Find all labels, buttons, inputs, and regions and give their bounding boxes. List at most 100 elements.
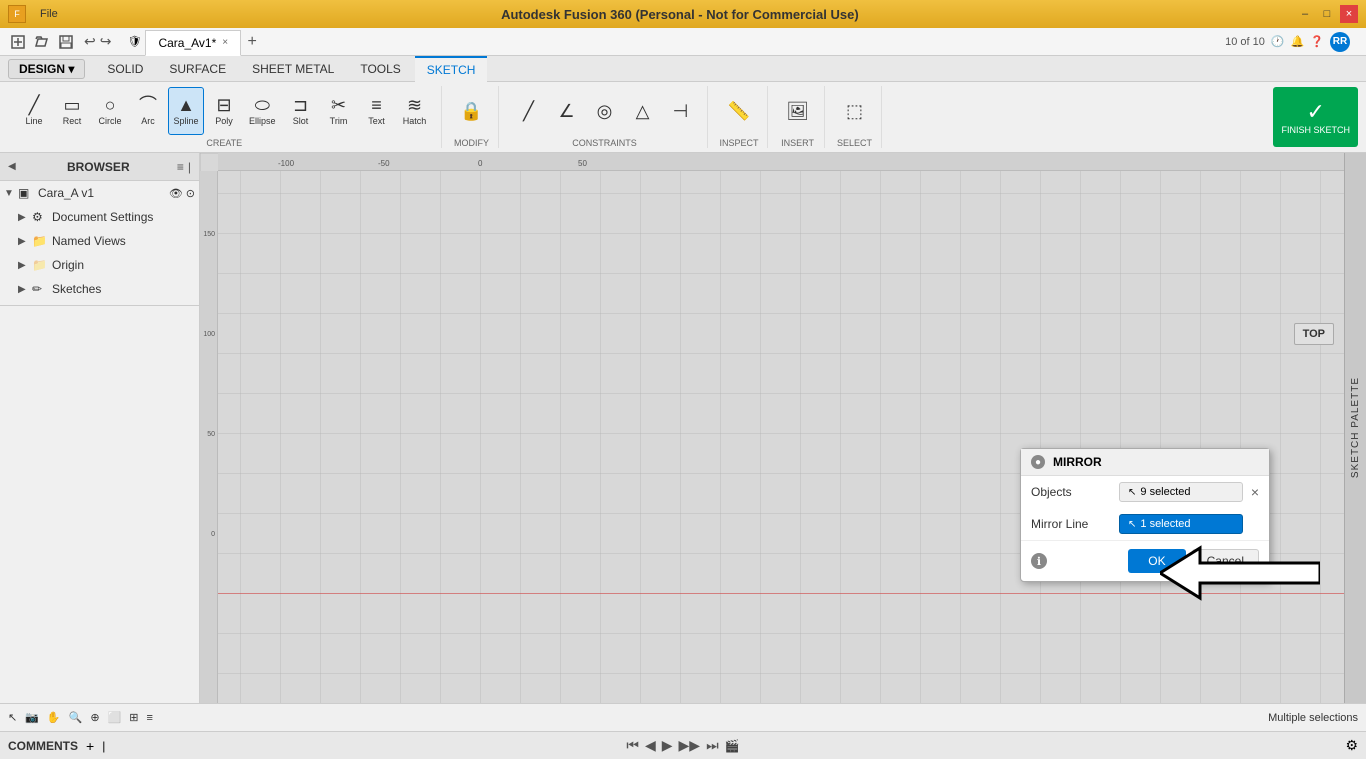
comments-add-btn[interactable]: +: [86, 738, 94, 754]
browser-divider: [0, 305, 199, 306]
camera-icon[interactable]: 📷: [25, 711, 39, 724]
help-icon[interactable]: ❓: [1310, 35, 1324, 48]
constraint-triangle-btn[interactable]: △: [625, 87, 661, 135]
cursor-tool-icon[interactable]: ↖: [8, 711, 17, 724]
cancel-button[interactable]: Cancel: [1192, 549, 1259, 573]
dialog-action-btns: OK Cancel: [1128, 549, 1259, 573]
tree-eye-icon[interactable]: 👁: [169, 187, 183, 200]
file-menu[interactable]: File: [34, 7, 64, 21]
tab-sheet-metal[interactable]: SHEET METAL: [240, 56, 346, 82]
toolbar-icon-save[interactable]: [56, 32, 76, 52]
modify-items: 🔒: [454, 86, 490, 136]
create-slot-btn[interactable]: ⊐ Slot: [283, 87, 319, 135]
close-btn[interactable]: ×: [1340, 5, 1358, 23]
tree-arrow-doc: ▶: [18, 212, 32, 223]
create-line-btn[interactable]: ╱ Line: [16, 87, 52, 135]
mirror-line-clear-btn[interactable]: ×: [1251, 516, 1259, 532]
settings-icon[interactable]: ≡: [146, 712, 152, 724]
tab-tools[interactable]: TOOLS: [348, 56, 412, 82]
grid-icon[interactable]: ⊞: [129, 711, 138, 724]
create-hatch-btn[interactable]: ≋ Hatch: [397, 87, 433, 135]
create-ellipse-btn[interactable]: ⬭ Ellipse: [244, 87, 281, 135]
modify-lock-btn[interactable]: 🔒: [454, 87, 490, 135]
user-avatar[interactable]: RR: [1330, 32, 1350, 52]
objects-clear-btn[interactable]: ×: [1251, 484, 1259, 500]
constraint-split-btn[interactable]: ⊣: [663, 87, 699, 135]
tab-solid[interactable]: SOLID: [95, 56, 155, 82]
tree-arrow-origin: ▶: [18, 260, 32, 271]
ok-button[interactable]: OK: [1128, 549, 1185, 573]
zoom-fit-icon[interactable]: 🔍: [69, 711, 83, 724]
sketch-palette-label: SKETCH PALETTE: [1350, 377, 1361, 478]
toolbar-tab-row: DESIGN ▾ SOLID SURFACE SHEET METAL TOOLS…: [0, 56, 1366, 82]
create-text-btn[interactable]: ≡ Text: [359, 87, 395, 135]
skip-start-btn[interactable]: ⏮: [626, 737, 639, 754]
tree-item-docsettings[interactable]: ▶ ⚙ Document Settings: [0, 205, 199, 229]
create-arc-btn[interactable]: ⌒ Arc: [130, 87, 166, 135]
objects-label: Objects: [1031, 485, 1111, 499]
constraint-circle2-btn[interactable]: ◎: [587, 87, 623, 135]
toolbar-icon-undo[interactable]: ↩: [84, 33, 96, 50]
tree-more-icon[interactable]: ⊙: [186, 187, 195, 200]
create-rect-btn[interactable]: ▭ Rect: [54, 87, 90, 135]
tree-arrow-sketches: ▶: [18, 284, 32, 295]
rect-icon: ▭: [63, 96, 80, 114]
finish-sketch-group: ✓ FINISH SKETCH: [1273, 86, 1358, 148]
hatch-icon: ≋: [407, 96, 422, 114]
slot-icon: ⊐: [293, 96, 308, 114]
tab-add-btn[interactable]: +: [241, 31, 263, 53]
objects-selector[interactable]: ↖ 9 selected: [1119, 482, 1243, 502]
constraint-arrow-btn[interactable]: ∠: [549, 87, 585, 135]
prev-btn[interactable]: ◀: [645, 737, 656, 754]
display-mode-icon[interactable]: ⬜: [108, 711, 122, 724]
next-btn[interactable]: ▶▶: [679, 737, 701, 754]
tab-close-btn[interactable]: ×: [222, 37, 228, 48]
maximize-btn[interactable]: □: [1318, 5, 1336, 23]
canvas-area[interactable]: -100 -50 0 50 150 100 50 0: [200, 153, 1366, 703]
create-polygon-btn[interactable]: ⊟ Poly: [206, 87, 242, 135]
tab-surface[interactable]: SURFACE: [157, 56, 238, 82]
comments-collapse-btn[interactable]: |: [102, 739, 105, 753]
toolbar-icon-open[interactable]: [32, 32, 52, 52]
tree-item-sketches[interactable]: ▶ ✏ Sketches: [0, 277, 199, 301]
active-tab[interactable]: Cara_Av1* ×: [145, 30, 241, 56]
tab-bar: ↩ ↪ 🛡 Cara_Av1* × + 10 of 10 🕐 🔔 ❓ RR: [0, 28, 1366, 56]
toolbar: DESIGN ▾ SOLID SURFACE SHEET METAL TOOLS…: [0, 56, 1366, 153]
tab-sketch[interactable]: SKETCH: [415, 56, 488, 82]
skip-end-btn[interactable]: ⏭: [706, 737, 719, 754]
zoom-select-icon[interactable]: ⊕: [90, 711, 99, 724]
toolbar-icon-redo[interactable]: ↪: [100, 33, 112, 50]
browser-collapse-btn[interactable]: ≡: [177, 160, 184, 174]
tree-icon-folder-named: 📁: [32, 234, 48, 248]
pan-icon[interactable]: ✋: [47, 711, 61, 724]
comments-label: COMMENTS: [8, 739, 78, 753]
toolbar-icon-new[interactable]: [8, 32, 28, 52]
tree-item-namedviews[interactable]: ▶ 📁 Named Views: [0, 229, 199, 253]
play-btn[interactable]: ▶: [662, 737, 673, 754]
minimize-btn[interactable]: –: [1296, 5, 1314, 23]
tab-bar-items: 🛡 Cara_Av1* × +: [127, 28, 1213, 55]
cursor-icon: ⬚: [846, 102, 863, 120]
browser-pin-btn[interactable]: |: [188, 160, 191, 174]
tree-item-root[interactable]: ▼ ▣ Cara_A v1 👁 ⊙: [0, 181, 199, 205]
inspect-ruler-btn[interactable]: 📏: [721, 87, 757, 135]
constraint-line-btn[interactable]: ╱: [511, 87, 547, 135]
insert-items: 🖼: [780, 86, 816, 136]
settings-gear-icon[interactable]: ⚙: [1345, 737, 1358, 753]
insert-image-btn[interactable]: 🖼: [780, 87, 816, 135]
create-items: ╱ Line ▭ Rect ○ Circle ⌒ Arc ▲ Spline: [16, 86, 433, 136]
finish-sketch-btn[interactable]: ✓ FINISH SKETCH: [1273, 87, 1358, 147]
mirror-sel-icon: ↖: [1128, 519, 1136, 530]
create-spline-btn[interactable]: ▲ Spline: [168, 87, 204, 135]
create-circle-btn[interactable]: ○ Circle: [92, 87, 128, 135]
tree-label-root: Cara_A v1: [38, 186, 169, 200]
create-scissors-btn[interactable]: ✂ Trim: [321, 87, 357, 135]
triangle-icon: △: [636, 102, 650, 120]
tree-item-origin[interactable]: ▶ 📁 Origin: [0, 253, 199, 277]
bell-icon[interactable]: 🔔: [1291, 35, 1305, 48]
mirror-line-selector[interactable]: ↖ 1 selected: [1119, 514, 1243, 534]
diag-line-icon: ╱: [523, 102, 534, 120]
select-btn[interactable]: ⬚: [837, 87, 873, 135]
design-button[interactable]: DESIGN ▾: [8, 59, 85, 79]
sketch-palette-panel[interactable]: SKETCH PALETTE: [1344, 153, 1366, 703]
